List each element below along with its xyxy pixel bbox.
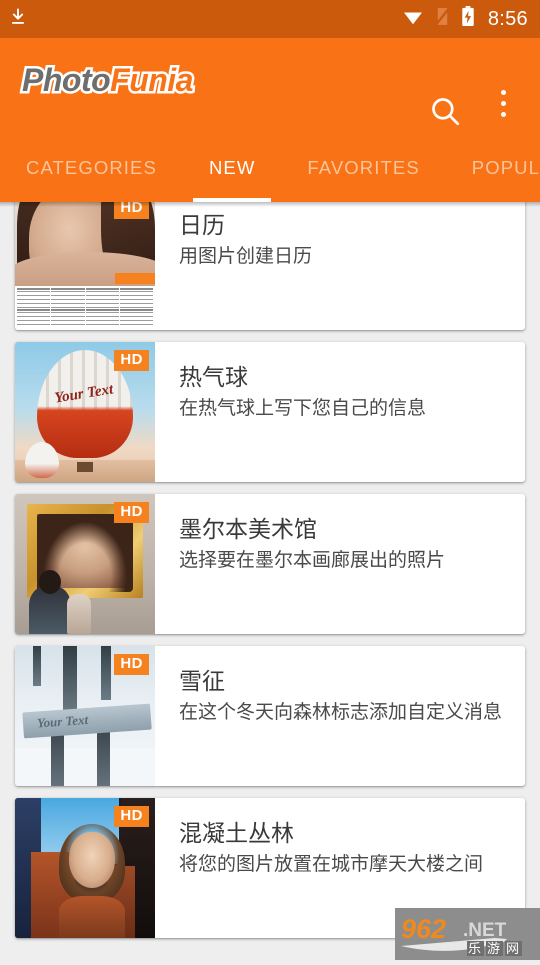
thumb-shape [33, 646, 41, 686]
logo-photo-text: Photo [19, 60, 113, 101]
thumb-shape [77, 462, 93, 472]
list-item-subtitle: 选择要在墨尔本画廊展出的照片 [179, 550, 446, 572]
tab-popular-label: POPULAR [471, 157, 540, 178]
tab-popular[interactable]: POPULAR [446, 134, 540, 202]
list-item-thumbnail: Your Text HD [15, 646, 155, 786]
status-bar-left [8, 7, 28, 32]
more-vertical-icon-dot-2 [500, 101, 506, 106]
hd-badge: HD [114, 806, 149, 827]
thumb-shape [97, 732, 110, 786]
signal-no-sim-icon [434, 7, 450, 31]
list-item-title: 热气球 [179, 364, 248, 390]
list-item-title: 墨尔本美术馆 [179, 516, 317, 542]
effects-list[interactable]: HD 日历 用图片创建日历 Your Text HD 热气球 在热气球上写下您自… [0, 202, 540, 960]
thumb-shape [59, 896, 125, 938]
thumb-calendar-grid [15, 286, 155, 330]
thumb-shape: Your Text [22, 703, 152, 739]
download-icon [8, 7, 28, 32]
hd-badge: HD [114, 654, 149, 675]
list-item-title: 日历 [179, 212, 225, 238]
list-item[interactable]: Your Text HD 雪征 在这个冬天向森林标志添加自定义消息 [15, 646, 525, 786]
list-item-body: 墨尔本美术馆 选择要在墨尔本画廊展出的照片 [155, 494, 525, 634]
tab-strip: CATEGORIES NEW FAVORITES POPULAR [0, 134, 540, 202]
thumb-shape [39, 570, 61, 594]
calendar-portrait-thumbnail [15, 202, 155, 330]
thumb-shape [15, 748, 155, 786]
logo-funia-text: Funia [108, 60, 196, 101]
svg-text:962: 962 [401, 914, 446, 944]
battery-charging-icon [461, 6, 475, 32]
thumb-shape [67, 594, 91, 634]
app-bar: PhotoFunia [0, 38, 540, 134]
tab-bar[interactable]: CATEGORIES NEW FAVORITES POPULAR [0, 134, 540, 202]
tab-new[interactable]: NEW [183, 134, 281, 202]
more-vertical-icon-dot-1 [500, 90, 506, 95]
search-icon [428, 98, 462, 132]
thumb-shape [25, 442, 59, 478]
effects-list-inner: HD 日历 用图片创建日历 Your Text HD 热气球 在热气球上写下您自… [0, 202, 540, 950]
hd-badge: HD [114, 502, 149, 523]
thumb-shape [69, 832, 115, 888]
overflow-menu-button[interactable] [492, 90, 514, 117]
thumb-shape [51, 732, 64, 786]
thumb-overlay-text: Your Text [36, 711, 89, 731]
list-item-thumbnail: Your Text HD [15, 342, 155, 482]
list-item[interactable]: Your Text HD 热气球 在热气球上写下您自己的信息 [15, 342, 525, 482]
list-item[interactable]: HD 墨尔本美术馆 选择要在墨尔本画廊展出的照片 [15, 494, 525, 634]
thumb-shape [63, 646, 77, 716]
status-bar: 8:56 [0, 0, 540, 38]
list-item-title: 混凝土丛林 [179, 820, 294, 846]
thumb-shape [115, 273, 155, 284]
list-item[interactable]: HD 日历 用图片创建日历 [15, 202, 525, 330]
list-item-title: 雪征 [179, 668, 225, 694]
hd-badge: HD [114, 202, 149, 219]
list-item-thumbnail: HD [15, 494, 155, 634]
tab-favorites[interactable]: FAVORITES [281, 134, 445, 202]
status-bar-clock: 8:56 [487, 8, 528, 30]
list-item-body: 雪征 在这个冬天向森林标志添加自定义消息 [155, 646, 525, 786]
list-item-subtitle: 在热气球上写下您自己的信息 [179, 398, 427, 420]
hd-badge: HD [114, 350, 149, 371]
more-vertical-icon-dot-3 [500, 112, 506, 117]
search-button[interactable] [428, 94, 462, 133]
tab-categories-label: CATEGORIES [26, 157, 157, 178]
list-item-thumbnail: HD [15, 202, 155, 330]
tab-categories[interactable]: CATEGORIES [0, 134, 183, 202]
watermark-logo-icon: 962 .NET 乐游网 [395, 908, 540, 960]
thumb-shape [101, 646, 111, 700]
status-bar-right: 8:56 [402, 6, 528, 32]
tab-new-label: NEW [208, 157, 256, 178]
list-item-subtitle: 将您的图片放置在城市摩天大楼之间 [179, 854, 484, 876]
list-item-thumbnail: HD [15, 798, 155, 938]
list-item-subtitle: 在这个冬天向森林标志添加自定义消息 [179, 702, 503, 724]
list-item-body: 日历 用图片创建日历 [155, 202, 525, 330]
list-item-subtitle: 用图片创建日历 [179, 246, 313, 268]
app-logo: PhotoFunia [19, 60, 196, 101]
wifi-icon [402, 8, 424, 31]
svg-text:乐游网: 乐游网 [468, 942, 525, 957]
tab-favorites-label: FAVORITES [307, 157, 420, 178]
site-watermark: 962 .NET 乐游网 [395, 908, 540, 960]
list-item-body: 热气球 在热气球上写下您自己的信息 [155, 342, 525, 482]
svg-text:.NET: .NET [463, 920, 507, 941]
